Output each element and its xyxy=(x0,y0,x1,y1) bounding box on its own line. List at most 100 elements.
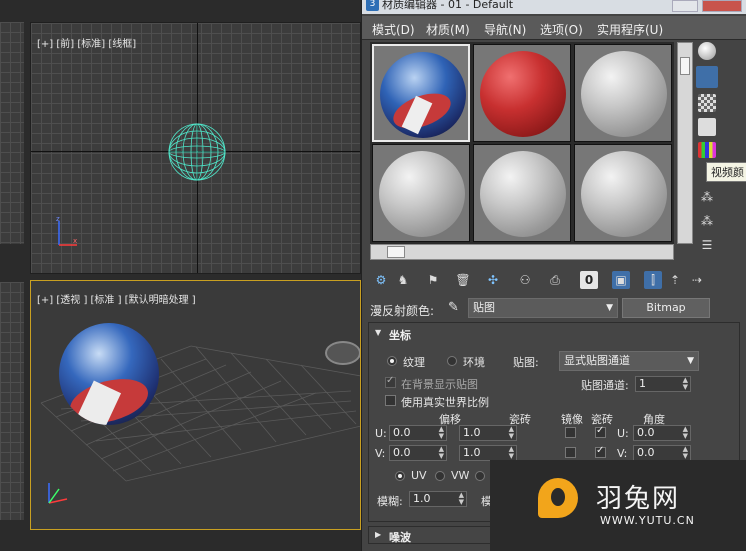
u-tiling-spinner[interactable]: 1.0 ▲ ▼ xyxy=(459,425,517,441)
background-checker-icon[interactable] xyxy=(698,94,716,112)
show-shaded-map-icon[interactable]: ▣ xyxy=(612,271,630,289)
material-slot-6[interactable] xyxy=(574,144,672,242)
show-end-result-icon[interactable]: ⫿ xyxy=(644,271,662,289)
wireframe-sphere[interactable] xyxy=(166,121,228,183)
real-world-scale-checkbox[interactable] xyxy=(385,395,396,406)
mapping-dropdown[interactable]: 显式贴图通道 ▼ xyxy=(559,351,699,371)
go-forward-sibling-icon[interactable]: ⇢ xyxy=(688,271,706,289)
spinner-arrows-icon[interactable]: ▲ ▼ xyxy=(439,446,444,460)
slot-5-preview xyxy=(480,151,566,237)
vw-radio[interactable] xyxy=(435,471,445,481)
v-angle-spinner[interactable]: 0.0 ▲ ▼ xyxy=(633,445,691,461)
v-offset-spinner[interactable]: 0.0 ▲ ▼ xyxy=(389,445,447,461)
uv-radio[interactable] xyxy=(395,471,405,481)
rabbit-logo-icon xyxy=(538,478,578,518)
material-editor-title-bar[interactable]: 3 材质编辑器 - 01 - Default xyxy=(362,0,746,14)
watermark-title: 羽兔网 xyxy=(596,484,681,514)
uv-tiling-icon[interactable] xyxy=(698,118,716,136)
vw-label: VW xyxy=(451,469,470,482)
texture-radio[interactable] xyxy=(387,356,397,366)
front-viewport-left-strip[interactable] xyxy=(0,22,24,244)
eyedropper-icon[interactable]: ✎ xyxy=(448,300,459,315)
menu-navigation[interactable]: 导航(N) xyxy=(484,21,526,38)
watermark-url: WWW.YUTU.CN xyxy=(600,514,695,527)
minimize-button[interactable] xyxy=(672,0,698,12)
show-map-on-back-label: 在背景显示贴图 xyxy=(401,378,478,391)
spinner-arrows-icon[interactable]: ▲ ▼ xyxy=(509,446,514,460)
front-viewport[interactable]: [+] [前] [标准] [线框] z x xyxy=(30,22,361,274)
rollout-collapse-icon[interactable]: ▼ xyxy=(375,328,381,337)
u-tile-checkbox[interactable] xyxy=(595,425,606,438)
make-preview-icon[interactable]: ⁂ xyxy=(698,190,716,208)
map-channel-spinner[interactable]: 1 ▲ ▼ xyxy=(635,376,691,392)
menu-options[interactable]: 选项(O) xyxy=(540,21,583,38)
put-to-scene-icon[interactable]: ♞ xyxy=(394,271,412,289)
material-id-channel-button[interactable]: 0 xyxy=(580,271,598,289)
options-icon[interactable]: ⁂ xyxy=(698,214,716,232)
reset-icon[interactable]: 🗑 xyxy=(454,271,472,289)
backlight-icon[interactable] xyxy=(696,66,718,88)
blur-label: 模糊: xyxy=(377,495,403,508)
slot-3-preview xyxy=(581,51,667,137)
diffuse-label: 漫反射颜色: xyxy=(370,304,435,318)
persp-viewport-left-strip[interactable] xyxy=(0,282,24,520)
camera-object[interactable] xyxy=(325,341,360,365)
diffuse-row: 漫反射颜色: ✎ 贴图 ▼ Bitmap xyxy=(362,298,746,320)
material-slot-5[interactable] xyxy=(473,144,571,242)
put-to-library-icon[interactable]: ⚇ xyxy=(516,271,534,289)
select-by-material-icon[interactable]: ☰ xyxy=(698,238,716,256)
v-mirror-checkbox[interactable] xyxy=(565,447,576,458)
make-unique-icon[interactable]: ✣ xyxy=(484,271,502,289)
perspective-textured-sphere[interactable] xyxy=(59,323,159,425)
u-angle-spinner[interactable]: 0.0 ▲ ▼ xyxy=(633,425,691,441)
perspective-axis-gizmo xyxy=(48,483,68,504)
perspective-viewport[interactable]: [+] [透视 ] [标准 ] [默认明暗处理 ] xyxy=(30,280,361,530)
wu-radio[interactable] xyxy=(475,471,485,481)
slot-4-preview xyxy=(379,151,465,237)
slot-2-preview xyxy=(480,51,566,137)
bitmap-button[interactable]: Bitmap xyxy=(622,298,710,318)
close-button[interactable] xyxy=(702,0,742,12)
slots-horizontal-scrollbar[interactable] xyxy=(370,244,674,260)
v-tile-checkbox[interactable] xyxy=(595,445,606,458)
menu-utilities[interactable]: 实用程序(U) xyxy=(597,21,663,38)
spinner-arrows-icon[interactable]: ▲ ▼ xyxy=(459,492,464,506)
blur-spinner[interactable]: 1.0 ▲ ▼ xyxy=(409,491,467,507)
material-id-icon[interactable]: ⎙ xyxy=(546,271,564,289)
sample-type-icon[interactable] xyxy=(698,42,716,60)
go-to-parent-icon[interactable]: ⇡ xyxy=(666,271,684,289)
get-material-icon[interactable]: ⚙ xyxy=(372,271,390,289)
u-mirror-checkbox[interactable] xyxy=(565,427,576,438)
material-slot-4[interactable] xyxy=(372,144,470,242)
v-tiling-spinner[interactable]: 1.0 ▲ ▼ xyxy=(459,445,517,461)
u-offset-spinner[interactable]: 0.0 ▲ ▼ xyxy=(389,425,447,441)
material-slot-3[interactable] xyxy=(574,44,672,142)
watermark: 羽兔网 WWW.YUTU.CN xyxy=(490,460,746,551)
spinner-arrows-icon[interactable]: ▲ ▼ xyxy=(683,377,688,391)
v-angle-label: V: xyxy=(617,447,628,460)
material-slot-2[interactable] xyxy=(473,44,571,142)
slots-vertical-scrollbar[interactable] xyxy=(677,42,693,244)
u-angle-label: U: xyxy=(617,427,629,440)
spinner-arrows-icon[interactable]: ▲ ▼ xyxy=(683,426,688,440)
front-viewport-label[interactable]: [+] [前] [标准] [线框] xyxy=(37,35,136,50)
menu-mode[interactable]: 模式(D) xyxy=(372,21,415,38)
map-type-dropdown[interactable]: 贴图 ▼ xyxy=(468,298,618,318)
menu-material[interactable]: 材质(M) xyxy=(426,21,470,38)
real-world-scale-label: 使用真实世界比例 xyxy=(401,396,489,409)
show-map-on-back-checkbox[interactable] xyxy=(385,375,396,388)
video-color-check-icon[interactable] xyxy=(698,142,716,158)
environment-radio[interactable] xyxy=(447,356,457,366)
noise-title[interactable]: 噪波 xyxy=(389,529,411,545)
assign-to-selection-icon[interactable]: ⚑ xyxy=(424,271,442,289)
spinner-arrows-icon[interactable]: ▲ ▼ xyxy=(683,446,688,460)
spinner-arrows-icon[interactable]: ▲ ▼ xyxy=(509,426,514,440)
coordinates-title[interactable]: 坐标 xyxy=(389,327,411,343)
map-channel-label: 贴图通道: xyxy=(581,379,629,392)
menu-bar: 模式(D) 材质(M) 导航(N) 选项(O) 实用程序(U) xyxy=(362,16,746,40)
spinner-arrows-icon[interactable]: ▲ ▼ xyxy=(439,426,444,440)
rollout-expand-icon[interactable]: ▶ xyxy=(375,530,381,539)
slot-6-preview xyxy=(581,151,667,237)
material-slots xyxy=(370,42,674,244)
material-slot-1[interactable] xyxy=(372,44,470,142)
